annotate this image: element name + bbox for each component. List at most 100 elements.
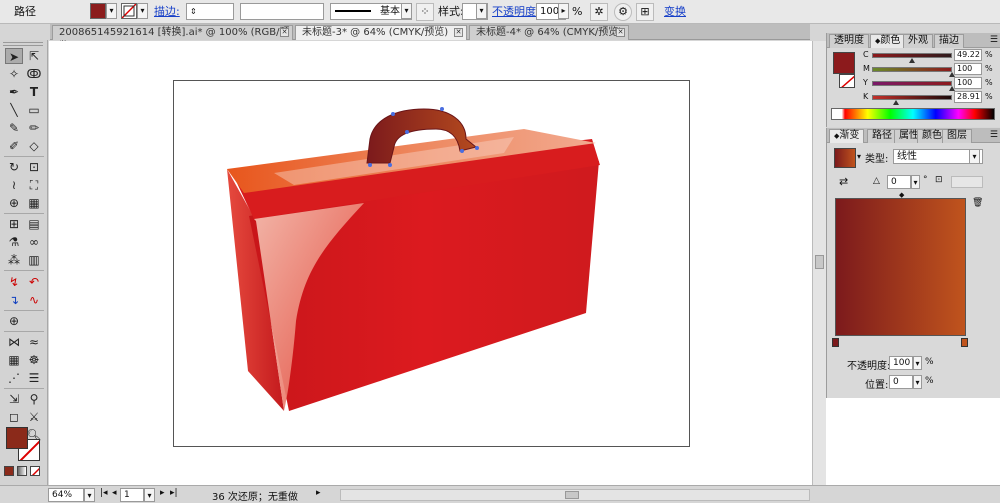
column-graph-tool-icon[interactable]: ▥ [25, 252, 43, 268]
list-tool-icon[interactable]: ☰ [25, 370, 43, 386]
artboard[interactable] [173, 80, 690, 447]
transform-tool-icon[interactable]: ⇲ [5, 391, 23, 407]
perspective-grid-tool-icon[interactable]: ▦ [25, 195, 43, 211]
close-icon[interactable]: ✕ [616, 28, 625, 37]
lasso-tool-icon[interactable]: ↂ [25, 66, 43, 82]
fill-stroke-widget[interactable] [6, 427, 42, 463]
artboard-tool-icon[interactable]: ◻ [5, 409, 23, 425]
close-icon[interactable]: ✕ [454, 28, 463, 37]
zoom-dropdown[interactable]: ▾ [84, 488, 95, 502]
direct-selection-tool-icon[interactable]: ⇱ [25, 48, 43, 64]
magenta-slider[interactable]: M 100 % [827, 63, 1000, 77]
stop-position-input[interactable]: 0 [889, 375, 913, 389]
panel-grip[interactable] [3, 42, 43, 46]
free-transform-tool-icon[interactable]: ⛶ [25, 177, 43, 193]
channel-value[interactable]: 100 [954, 77, 982, 89]
tab-transparency[interactable]: 透明度 [829, 34, 869, 48]
eraser-tool-icon[interactable]: ◇ [25, 138, 43, 154]
style-dropdown[interactable]: ▾ [476, 3, 487, 19]
gradient-preview-swatch[interactable] [834, 148, 856, 168]
tab-color[interactable]: ◆颜色 [870, 34, 906, 48]
tab-appearance[interactable]: 外观 [903, 34, 933, 48]
status-menu-icon[interactable]: ▸ [316, 488, 321, 498]
prev-page-icon[interactable]: ◂ [112, 488, 117, 498]
warp-tool-icon[interactable]: ≀ [5, 177, 23, 193]
slider-handle[interactable] [893, 100, 899, 105]
page-dropdown[interactable]: ▾ [144, 488, 155, 502]
stroke-link[interactable]: 描边: [154, 3, 180, 21]
vertical-scrollbar[interactable] [812, 41, 826, 485]
grid-tool-icon[interactable]: ▦ [5, 352, 23, 368]
stroke-weight-field[interactable]: ⇕ [186, 3, 234, 20]
stop-opacity-input[interactable]: 100 [889, 356, 913, 370]
gradient-type-dropdown[interactable]: ▾ [969, 149, 980, 164]
profile-dropdown[interactable]: ▾ [401, 3, 412, 19]
line-tool-icon[interactable]: ╲ [5, 102, 23, 118]
tab-document-1[interactable]: 200865145921614 [转换].ai* @ 100% (RGB/预览)… [52, 25, 293, 52]
brush-profile-field[interactable]: 基本 [330, 3, 412, 20]
horizontal-scrollbar[interactable] [340, 489, 810, 501]
wave-tool-icon[interactable]: ≈ [25, 334, 43, 350]
custom-tool-icon[interactable]: ∿ [25, 292, 43, 308]
type-tool-icon[interactable]: T [25, 84, 43, 100]
slice-tool-icon[interactable]: ⚔ [25, 409, 43, 425]
rotate-tool-icon[interactable]: ↻ [5, 159, 23, 175]
opacity-link[interactable]: 不透明度: [492, 3, 540, 21]
brush-tool-icon[interactable]: ⚲ [25, 391, 43, 407]
custom-tool-icon[interactable]: ↴ [5, 292, 23, 308]
fill-swatch[interactable] [90, 3, 106, 19]
scroll-thumb[interactable] [565, 491, 579, 499]
shape-builder-tool-icon[interactable]: ⊕ [5, 195, 23, 211]
gradient-mode-icon[interactable] [17, 466, 27, 476]
color-spectrum-bar[interactable] [831, 108, 995, 120]
gradient-tool-icon[interactable]: ▤ [25, 216, 43, 232]
page-input[interactable]: 1 [120, 488, 144, 502]
document-canvas[interactable] [49, 41, 812, 485]
pen-tool-icon[interactable]: ✒ [5, 84, 23, 100]
first-page-icon[interactable]: |◂ [100, 488, 108, 498]
reverse-gradient-icon[interactable]: ⇄ [839, 175, 848, 188]
tab-layers[interactable]: 图层 [942, 129, 972, 143]
yellow-slider[interactable]: Y 100 % [827, 77, 1000, 91]
channel-value[interactable]: 28.91 [954, 91, 982, 103]
custom-tool-icon[interactable]: ↯ [5, 274, 23, 290]
tab-document-3[interactable]: 未标题-4* @ 64% (CMYK/预览) ✕ [469, 25, 629, 40]
selection-tool-icon[interactable]: ➤ [5, 48, 23, 64]
paintbrush-tool-icon[interactable]: ✎ [5, 120, 23, 136]
stroke-dropdown[interactable]: ▾ [137, 3, 148, 19]
opacity-dropdown[interactable]: ▸ [558, 3, 569, 19]
symbol-sprayer-tool-icon[interactable]: ⁂ [5, 252, 23, 268]
cyan-slider[interactable]: C 49.22 % [827, 49, 1000, 63]
envelope-tool-icon[interactable]: ⋈ [5, 334, 23, 350]
angle-input[interactable]: 0 [887, 175, 911, 189]
slider-track[interactable] [872, 95, 952, 100]
transform-link[interactable]: 变换 [664, 3, 686, 21]
aspect-ratio-input[interactable] [951, 176, 983, 188]
blob-brush-tool-icon[interactable]: ✐ [5, 138, 23, 154]
channel-value[interactable]: 100 [954, 63, 982, 75]
align-icon[interactable]: ⊞ [636, 3, 654, 21]
panel-menu-icon[interactable]: ☰ [990, 35, 998, 45]
bug-tool-icon[interactable]: ☸ [25, 352, 43, 368]
last-page-icon[interactable]: ▸| [170, 488, 178, 498]
fill-dropdown[interactable]: ▾ [106, 3, 117, 19]
variable-width-field[interactable] [240, 3, 324, 20]
black-slider[interactable]: K 28.91 % [827, 91, 1000, 105]
color-mode-icon[interactable] [4, 466, 14, 476]
zoom-input[interactable]: 64% [48, 488, 84, 502]
eyedropper-tool-icon[interactable]: ⚗ [5, 234, 23, 250]
gradient-end-stop[interactable] [961, 338, 968, 347]
stroke-swatch[interactable] [121, 3, 137, 19]
channel-value[interactable]: 49.22 [954, 49, 982, 61]
panel-menu-icon[interactable]: ☰ [990, 130, 998, 140]
angle-dropdown[interactable]: ▾ [911, 175, 920, 189]
recolor-icon[interactable]: ⁘ [416, 3, 434, 21]
select-similar-icon[interactable]: ✲ [590, 3, 608, 21]
zigzag-tool-icon[interactable]: ⋰ [5, 370, 23, 386]
magic-wand-tool-icon[interactable]: ✧ [5, 66, 23, 82]
tab-stroke[interactable]: 描边 [934, 34, 964, 48]
mesh-tool-icon[interactable]: ⊞ [5, 216, 23, 232]
gradient-ramp-preview[interactable] [835, 198, 966, 336]
rectangle-tool-icon[interactable]: ▭ [25, 102, 43, 118]
tab-document-2[interactable]: 未标题-3* @ 64% (CMYK/预览) ✕ [295, 25, 467, 40]
